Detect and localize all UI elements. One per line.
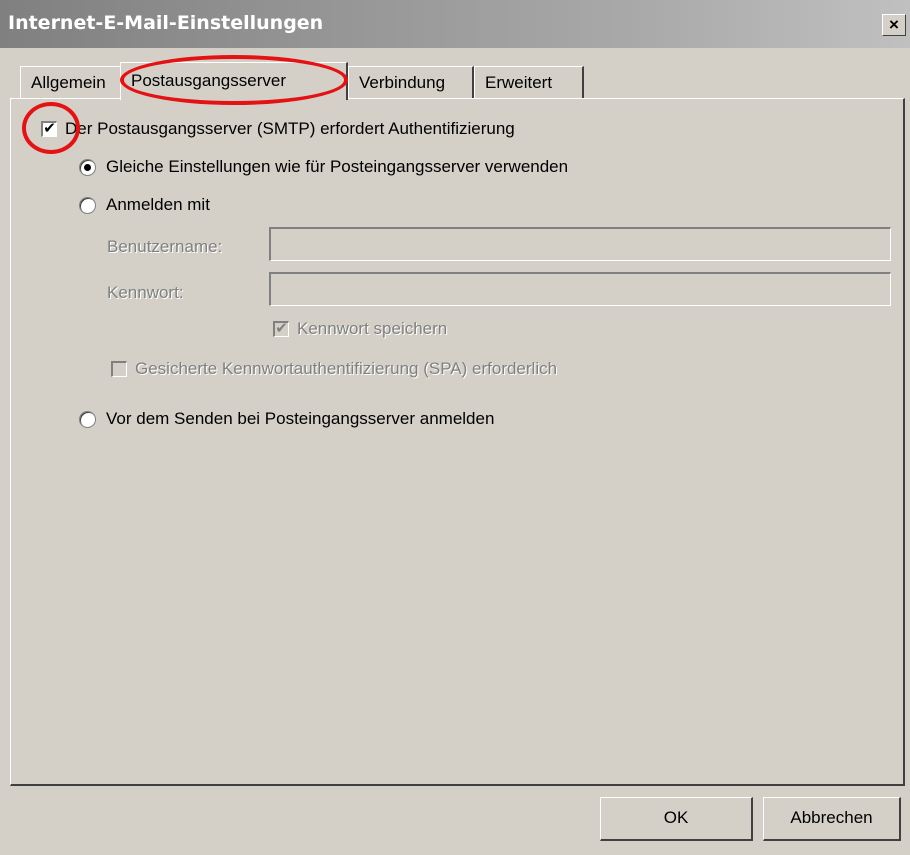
ok-button[interactable]: OK (600, 797, 753, 841)
smtp-auth-label: Der Postausgangsserver (SMTP) erfordert … (65, 119, 515, 138)
tab-erweitert[interactable]: Erweitert (474, 66, 584, 98)
tab-label: Erweitert (485, 73, 553, 92)
login-with-row[interactable]: Anmelden mit (79, 195, 210, 215)
username-field[interactable] (269, 227, 891, 261)
tab-allgemein[interactable]: Allgemein (20, 66, 122, 98)
radio-selected-dot (84, 163, 91, 171)
smtp-auth-row[interactable]: ✔ Der Postausgangsserver (SMTP) erforder… (41, 119, 515, 139)
checkmark-icon: ✔ (275, 320, 288, 337)
spa-checkbox[interactable] (111, 361, 127, 377)
tab-panel: ✔ Der Postausgangsserver (SMTP) erforder… (10, 98, 905, 786)
password-field[interactable] (269, 272, 891, 306)
spa-row[interactable]: Gesicherte Kennwortauthentifizierung (SP… (111, 359, 557, 379)
username-label: Benutzername: (107, 237, 223, 256)
close-button[interactable]: × (882, 14, 906, 36)
login-before-send-row[interactable]: Vor dem Senden bei Posteingangsserver an… (79, 409, 494, 429)
tab-verbindung[interactable]: Verbindung (348, 66, 474, 98)
login-with-label: Anmelden mit (106, 195, 210, 214)
save-password-checkbox[interactable]: ✔ (273, 321, 289, 337)
smtp-auth-checkbox[interactable]: ✔ (41, 121, 57, 137)
tab-label: Verbindung (359, 73, 446, 92)
use-same-settings-row[interactable]: Gleiche Einstellungen wie für Posteingan… (79, 157, 568, 177)
use-same-settings-label: Gleiche Einstellungen wie für Posteingan… (106, 157, 569, 176)
cancel-button[interactable]: Abbrechen (763, 797, 901, 841)
save-password-label: Kennwort speichern (297, 319, 448, 338)
tab-label: Allgemein (31, 73, 106, 92)
checkmark-icon: ✔ (43, 120, 56, 137)
login-before-send-label: Vor dem Senden bei Posteingangsserver an… (106, 409, 495, 428)
save-password-row[interactable]: ✔ Kennwort speichern (273, 319, 447, 339)
window-title: Internet-E-Mail-Einstellungen (8, 12, 324, 34)
password-label: Kennwort: (107, 283, 184, 302)
login-before-send-radio[interactable] (79, 410, 96, 428)
use-same-settings-radio[interactable] (79, 158, 96, 176)
tab-label: Postausgangsserver (131, 71, 286, 90)
spa-label: Gesicherte Kennwortauthentifizierung (SP… (135, 359, 558, 378)
title-bar[interactable]: Internet-E-Mail-Einstellungen × (0, 0, 910, 48)
tab-postausgangsserver[interactable]: Postausgangsserver (120, 62, 348, 100)
dialog-window: Internet-E-Mail-Einstellungen × Allgemei… (0, 0, 910, 855)
close-icon: × (889, 15, 899, 34)
login-with-radio[interactable] (79, 196, 96, 214)
